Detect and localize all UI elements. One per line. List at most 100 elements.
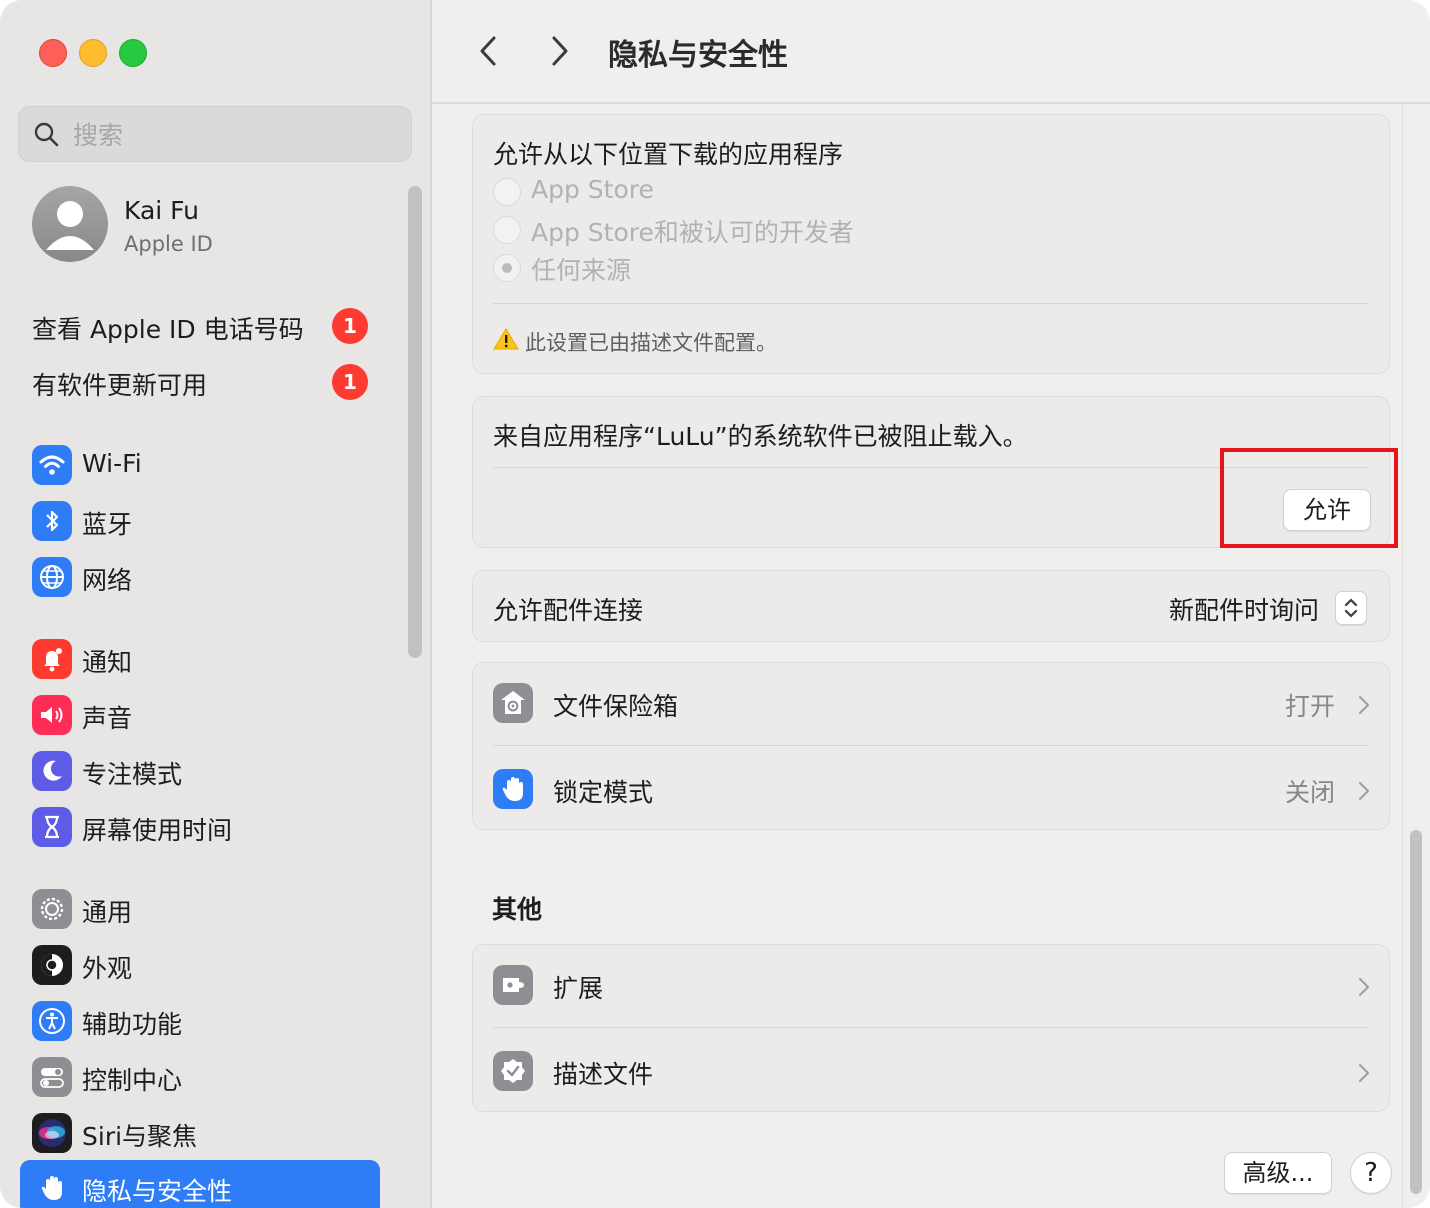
sidebar-item-appearance[interactable]: 外观 bbox=[20, 940, 380, 990]
person-icon bbox=[46, 201, 94, 250]
sidebar-item-label: 屏幕使用时间 bbox=[82, 816, 233, 845]
radio-label: App Store和被认可的开发者 bbox=[531, 218, 854, 247]
settings-window: Kai Fu Apple ID 查看 Apple ID 电话号码 1 有软件更新… bbox=[0, 0, 1430, 1208]
row-label: 描述文件 bbox=[553, 1060, 654, 1089]
row-label: 扩展 bbox=[553, 974, 604, 1003]
extensions-row[interactable]: 扩展 bbox=[473, 945, 1389, 1027]
filevault-row[interactable]: 文件保险箱 打开 bbox=[473, 663, 1389, 745]
sidebar-item-control-center[interactable]: 控制中心 bbox=[20, 1052, 380, 1102]
row-value: 打开 bbox=[1285, 692, 1336, 721]
bluetooth-icon bbox=[32, 501, 72, 541]
sidebar-item-general[interactable]: 通用 bbox=[20, 884, 380, 934]
back-button[interactable] bbox=[472, 30, 506, 72]
chevron-right-icon bbox=[1358, 781, 1370, 801]
bell-icon bbox=[32, 639, 72, 679]
radio-label: 任何来源 bbox=[531, 256, 632, 285]
sidebar-scrollbar[interactable] bbox=[408, 186, 422, 658]
highlight-box bbox=[1220, 448, 1398, 548]
radio-button[interactable] bbox=[493, 178, 521, 206]
row-value: 关闭 bbox=[1285, 778, 1336, 807]
radio-button[interactable] bbox=[493, 216, 521, 244]
sidebar-item-notifications[interactable]: 通知 bbox=[20, 634, 380, 684]
divider bbox=[493, 303, 1369, 304]
search-input[interactable] bbox=[71, 115, 395, 155]
page-title: 隐私与安全性 bbox=[608, 38, 788, 73]
sidebar-item-label: 专注模式 bbox=[82, 760, 183, 789]
downloads-heading: 允许从以下位置下载的应用程序 bbox=[493, 140, 844, 169]
avatar bbox=[32, 186, 108, 262]
chevron-left-icon bbox=[480, 36, 496, 66]
section-heading-other: 其他 bbox=[492, 895, 543, 924]
window-minimize-button[interactable] bbox=[79, 39, 107, 67]
notice-label: 查看 Apple ID 电话号码 bbox=[32, 315, 304, 344]
hand-icon bbox=[493, 769, 533, 809]
sidebar-item-label: 通知 bbox=[82, 648, 133, 677]
notice-label: 有软件更新可用 bbox=[32, 371, 208, 400]
blocked-message: 来自应用程序“LuLu”的系统软件已被阻止载入。 bbox=[493, 422, 1028, 451]
speaker-icon bbox=[32, 695, 72, 735]
search-field[interactable] bbox=[18, 106, 412, 162]
notification-badge: 1 bbox=[332, 364, 368, 400]
main-pane: 隐私与安全性 允许从以下位置下载的应用程序 App Store App Stor… bbox=[432, 0, 1430, 1208]
accessories-popup[interactable]: 新配件时询问 bbox=[1169, 591, 1319, 627]
sidebar-item-siri[interactable]: Siri与聚焦 bbox=[20, 1108, 380, 1158]
divider bbox=[493, 1027, 1369, 1028]
sidebar-item-screen-time[interactable]: 屏幕使用时间 bbox=[20, 802, 380, 852]
sidebar: Kai Fu Apple ID 查看 Apple ID 电话号码 1 有软件更新… bbox=[0, 0, 432, 1208]
sidebar-item-focus[interactable]: 专注模式 bbox=[20, 746, 380, 796]
profile-subtitle: Apple ID bbox=[124, 232, 213, 256]
managed-warning: 此设置已由描述文件配置。 bbox=[525, 331, 777, 355]
sidebar-item-label: 声音 bbox=[82, 704, 133, 733]
hand-icon bbox=[32, 1168, 72, 1208]
notice-apple-id-phone[interactable]: 查看 Apple ID 电话号码 1 bbox=[32, 304, 372, 348]
chevron-right-icon bbox=[1358, 695, 1370, 715]
sidebar-item-label: 辅助功能 bbox=[82, 1010, 183, 1039]
profile-name: Kai Fu bbox=[124, 196, 200, 225]
advanced-button[interactable]: 高级... bbox=[1224, 1152, 1332, 1194]
sidebar-item-bluetooth[interactable]: 蓝牙 bbox=[20, 496, 380, 546]
security-features-card: 文件保险箱 打开 锁定模式 关闭 bbox=[472, 662, 1390, 830]
help-button[interactable]: ? bbox=[1350, 1152, 1392, 1194]
accessories-card: 允许配件连接 新配件时询问 bbox=[472, 570, 1390, 642]
updown-chevron-icon bbox=[1344, 598, 1358, 618]
row-label: 文件保险箱 bbox=[553, 692, 679, 721]
radio-selected-dot bbox=[502, 263, 512, 273]
sidebar-item-label: 网络 bbox=[82, 566, 133, 595]
sidebar-item-wifi[interactable]: Wi-Fi bbox=[20, 440, 380, 490]
wifi-icon bbox=[32, 445, 72, 485]
profile-badge-icon bbox=[493, 1051, 533, 1091]
warning-icon bbox=[493, 328, 519, 350]
lockdown-row[interactable]: 锁定模式 关闭 bbox=[473, 747, 1389, 829]
sidebar-item-label: 外观 bbox=[82, 954, 133, 983]
sidebar-item-network[interactable]: 网络 bbox=[20, 552, 380, 602]
sidebar-item-label: Siri与聚焦 bbox=[82, 1122, 198, 1151]
divider bbox=[493, 745, 1369, 746]
radio-button[interactable] bbox=[493, 254, 521, 282]
accessibility-icon bbox=[32, 1001, 72, 1041]
chevron-right-icon bbox=[1358, 977, 1370, 997]
search-icon bbox=[34, 122, 59, 147]
moon-icon bbox=[32, 751, 72, 791]
window-zoom-button[interactable] bbox=[119, 39, 147, 67]
gear-icon bbox=[32, 889, 72, 929]
siri-icon bbox=[32, 1113, 72, 1153]
window-close-button[interactable] bbox=[39, 39, 67, 67]
profiles-row[interactable]: 描述文件 bbox=[473, 1029, 1389, 1111]
sidebar-item-accessibility[interactable]: 辅助功能 bbox=[20, 996, 380, 1046]
filevault-icon bbox=[493, 683, 533, 723]
toolbar: 隐私与安全性 bbox=[432, 0, 1430, 104]
row-label: 锁定模式 bbox=[553, 778, 654, 807]
sidebar-item-label: 隐私与安全性 bbox=[82, 1177, 233, 1206]
accessories-label: 允许配件连接 bbox=[493, 596, 644, 625]
sidebar-item-label: 蓝牙 bbox=[82, 510, 133, 539]
sidebar-item-sound[interactable]: 声音 bbox=[20, 690, 380, 740]
main-scrollbar[interactable] bbox=[1410, 830, 1422, 1194]
chevron-right-icon bbox=[552, 36, 568, 66]
other-card: 扩展 描述文件 bbox=[472, 944, 1390, 1112]
popup-stepper[interactable] bbox=[1335, 591, 1367, 625]
apple-id-profile[interactable]: Kai Fu Apple ID bbox=[32, 186, 392, 266]
sidebar-item-privacy-security[interactable]: 隐私与安全性 bbox=[20, 1160, 380, 1208]
forward-button[interactable] bbox=[542, 30, 576, 72]
radio-label: App Store bbox=[531, 175, 654, 204]
notice-software-update[interactable]: 有软件更新可用 1 bbox=[32, 360, 372, 404]
